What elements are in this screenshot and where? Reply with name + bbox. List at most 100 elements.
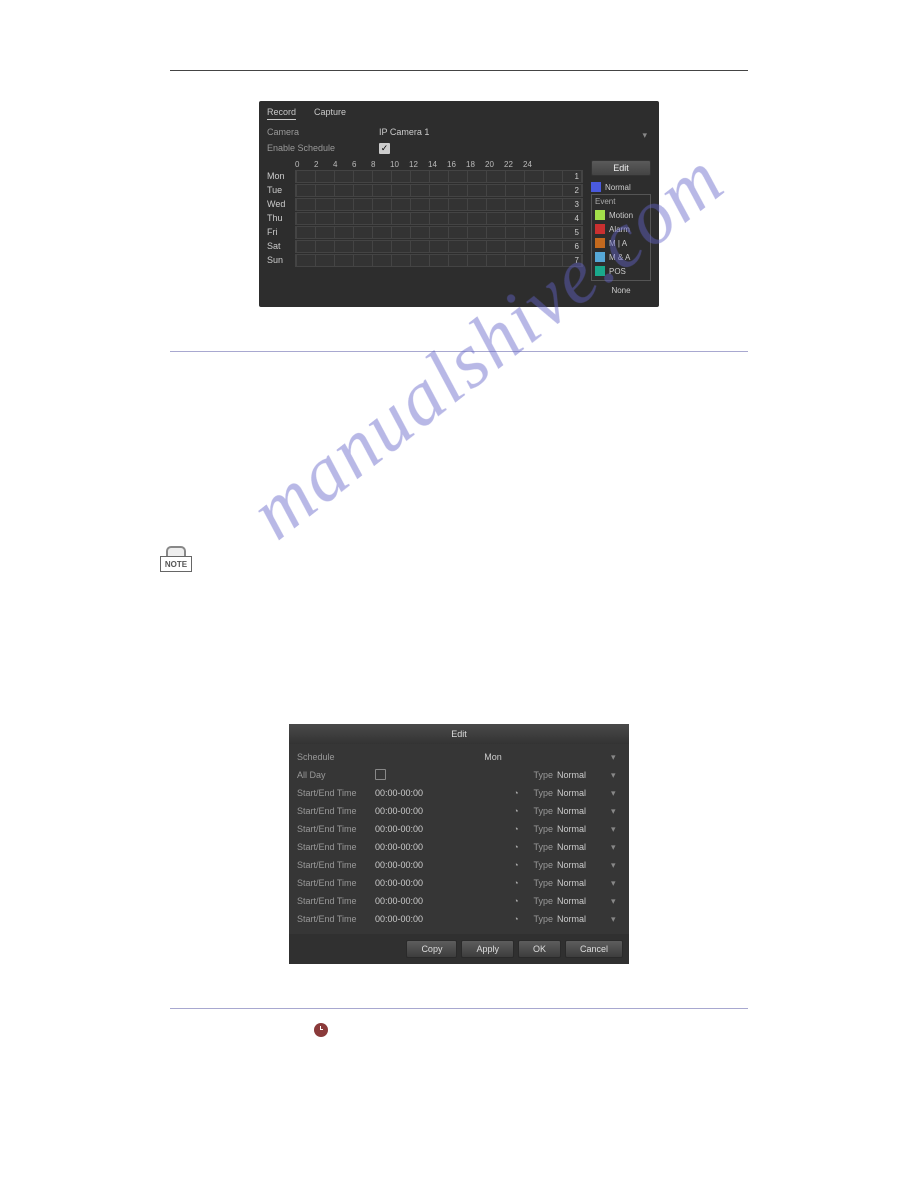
clock-icon[interactable]: ◔	[509, 806, 523, 816]
type-label: Type	[523, 770, 557, 780]
copy-button[interactable]: Copy	[406, 940, 457, 958]
time-input[interactable]: 00:00-00:00	[375, 842, 509, 852]
time-row: Start/End Time00:00-00:00◔TypeNormal▾	[297, 802, 621, 820]
time-input[interactable]: 00:00-00:00	[375, 806, 509, 816]
time-row: Start/End Time00:00-00:00◔TypeNormal▾	[297, 910, 621, 928]
startend-label: Start/End Time	[297, 824, 375, 834]
type-select[interactable]: Normal	[557, 770, 611, 780]
edit-panel-title: Edit	[289, 724, 629, 744]
time-row: Start/End Time00:00-00:00◔TypeNormal▾	[297, 838, 621, 856]
startend-label: Start/End Time	[297, 788, 375, 798]
divider	[170, 1008, 748, 1009]
chevron-down-icon: ▾	[611, 860, 621, 871]
day-number: 6	[575, 242, 579, 251]
day-row: Sat 6	[267, 239, 583, 253]
schedule-grid-row[interactable]: 3	[295, 198, 583, 211]
type-select[interactable]: Normal	[557, 914, 611, 924]
day-label: Fri	[267, 227, 295, 237]
enable-schedule-label: Enable Schedule	[267, 143, 379, 153]
tab-record[interactable]: Record	[267, 107, 296, 120]
clock-icon[interactable]: ◔	[509, 842, 523, 852]
schedule-grid-row[interactable]: 5	[295, 226, 583, 239]
legend-pos[interactable]: POS	[595, 264, 647, 278]
legend-none[interactable]: None	[591, 283, 651, 297]
legend-normal[interactable]: Normal	[591, 180, 651, 194]
day-label: Tue	[267, 185, 295, 195]
schedule-grid-row[interactable]: 1	[295, 170, 583, 183]
clock-icon[interactable]: ◔	[509, 860, 523, 870]
ok-button[interactable]: OK	[518, 940, 561, 958]
clock-icon[interactable]: ◔	[509, 824, 523, 834]
tab-capture[interactable]: Capture	[314, 107, 346, 120]
allday-checkbox[interactable]	[375, 769, 386, 780]
schedule-grid-row[interactable]: 2	[295, 184, 583, 197]
camera-label: Camera	[267, 127, 379, 137]
day-label: Sat	[267, 241, 295, 251]
time-input[interactable]: 00:00-00:00	[375, 914, 509, 924]
time-row: Start/End Time00:00-00:00◔TypeNormal▾	[297, 874, 621, 892]
legend-alarm[interactable]: Alarm	[595, 222, 647, 236]
clock-icon[interactable]: ◔	[509, 896, 523, 906]
alarm-color-icon	[595, 224, 605, 234]
divider	[170, 351, 748, 352]
day-number: 5	[575, 228, 579, 237]
time-input[interactable]: 00:00-00:00	[375, 878, 509, 888]
type-select[interactable]: Normal	[557, 824, 611, 834]
edit-schedule-panel: Edit Schedule Mon ▾ All Day Type Normal …	[289, 724, 629, 964]
time-input[interactable]: 00:00-00:00	[375, 824, 509, 834]
schedule-grid-row[interactable]: 7	[295, 254, 583, 267]
hours-header: 024681012141618202224	[295, 160, 583, 169]
day-number: 4	[575, 214, 579, 223]
startend-label: Start/End Time	[297, 896, 375, 906]
type-label: Type	[523, 914, 557, 924]
startend-label: Start/End Time	[297, 860, 375, 870]
day-label: Thu	[267, 213, 295, 223]
maa-color-icon	[595, 252, 605, 262]
chevron-down-icon: ▾	[611, 788, 621, 799]
type-select[interactable]: Normal	[557, 806, 611, 816]
camera-select[interactable]: IP Camera 1 ▾	[379, 127, 651, 137]
legend-motion[interactable]: Motion	[595, 208, 647, 222]
day-label: Wed	[267, 199, 295, 209]
legend-maa[interactable]: M & A	[595, 250, 647, 264]
clock-icon[interactable]: ◔	[509, 914, 523, 924]
time-row: Start/End Time00:00-00:00◔TypeNormal▾	[297, 856, 621, 874]
enable-schedule-checkbox[interactable]: ✓	[379, 143, 390, 154]
type-select[interactable]: Normal	[557, 842, 611, 852]
clock-icon	[314, 1023, 328, 1037]
pos-color-icon	[595, 266, 605, 276]
time-row: Start/End Time00:00-00:00◔TypeNormal▾	[297, 820, 621, 838]
legend-group-title: Event	[595, 197, 647, 206]
clock-icon[interactable]: ◔	[509, 788, 523, 798]
schedule-grid-row[interactable]: 6	[295, 240, 583, 253]
note-icon: NOTE	[160, 546, 192, 574]
type-select[interactable]: Normal	[557, 878, 611, 888]
edit-button[interactable]: Edit	[591, 160, 651, 176]
chevron-down-icon: ▾	[611, 914, 621, 925]
schedule-select[interactable]: Mon	[375, 752, 611, 762]
day-number: 1	[575, 172, 579, 181]
type-select[interactable]: Normal	[557, 860, 611, 870]
day-row: Thu 4	[267, 211, 583, 225]
apply-button[interactable]: Apply	[461, 940, 514, 958]
schedule-grid-row[interactable]: 4	[295, 212, 583, 225]
type-select[interactable]: Normal	[557, 788, 611, 798]
time-input[interactable]: 00:00-00:00	[375, 788, 509, 798]
chevron-down-icon: ▾	[611, 878, 621, 889]
camera-value: IP Camera 1	[379, 127, 429, 137]
type-select[interactable]: Normal	[557, 896, 611, 906]
chevron-down-icon: ▾	[611, 806, 621, 817]
clock-icon[interactable]: ◔	[509, 878, 523, 888]
time-input[interactable]: 00:00-00:00	[375, 860, 509, 870]
record-schedule-panel: Record Capture Camera IP Camera 1 ▾ Enab…	[259, 101, 659, 307]
mia-color-icon	[595, 238, 605, 248]
legend-mia[interactable]: M | A	[595, 236, 647, 250]
cancel-button[interactable]: Cancel	[565, 940, 623, 958]
day-row: Mon1	[267, 169, 583, 183]
chevron-down-icon: ▾	[611, 752, 621, 763]
day-row: Tue2	[267, 183, 583, 197]
type-label: Type	[523, 878, 557, 888]
chevron-down-icon: ▾	[611, 842, 621, 853]
time-input[interactable]: 00:00-00:00	[375, 896, 509, 906]
chevron-down-icon: ▾	[611, 896, 621, 907]
